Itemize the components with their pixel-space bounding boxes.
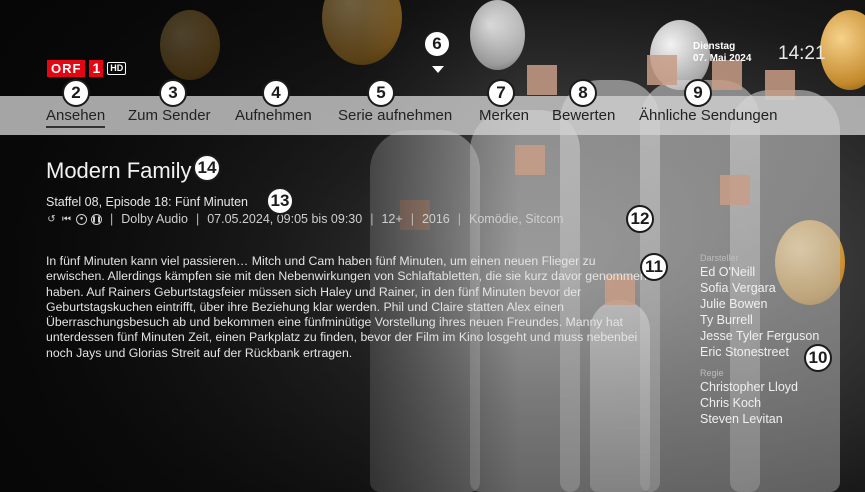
program-meta: ↺ ⏮ ● ❚❚ | Dolby Audio | 07.05.2024, 09:… <box>46 212 563 226</box>
episode-info: Staffel 08, Episode 18: Fünf Minuten <box>46 195 248 209</box>
director: Chris Koch <box>700 396 762 410</box>
menu-item-merken[interactable]: Merken <box>479 107 529 124</box>
date-label: 07. Mai 2024 <box>693 53 752 64</box>
pause-icon: ❚❚ <box>91 213 102 225</box>
cast-member: Julie Bowen <box>700 297 768 311</box>
cast-member: Jesse Tyler Ferguson <box>700 329 820 343</box>
divider: | <box>110 212 114 226</box>
channel-logo: ORF 1 HD <box>47 60 127 77</box>
program-description: In fünf Minuten kann viel passieren… Mit… <box>46 254 647 360</box>
weekday-label: Dienstag <box>693 41 736 52</box>
annotation-marker: 4 <box>262 79 290 107</box>
director: Steven Levitan <box>700 412 783 426</box>
credits-panel: Darsteller Ed O'Neill Sofia Vergara Juli… <box>700 253 850 427</box>
director: Christopher Lloyd <box>700 380 798 394</box>
cast-label: Darsteller <box>700 253 739 263</box>
annotation-marker: 13 <box>266 187 294 215</box>
divider: | <box>195 212 200 226</box>
genre: Komödie, Sitcom <box>469 212 564 226</box>
menu-item-zum-sender[interactable]: Zum Sender <box>128 107 211 124</box>
annotation-marker: 2 <box>62 79 90 107</box>
annotation-marker: 6 <box>423 30 451 58</box>
balloon-graphic <box>820 10 865 90</box>
cast-member: Ed O'Neill <box>700 265 756 279</box>
annotation-marker: 10 <box>804 344 832 372</box>
annotation-marker: 3 <box>159 79 187 107</box>
annotation-marker: 5 <box>367 79 395 107</box>
blurred-face <box>527 65 557 95</box>
annotation-marker: 12 <box>626 205 654 233</box>
annotation-marker: 11 <box>640 253 668 281</box>
divider: | <box>410 212 414 226</box>
orf-logo-number: 1 <box>89 60 104 77</box>
age-rating: 12+ <box>381 212 403 226</box>
menu-item-aehnliche-sendungen[interactable]: Ähnliche Sendungen <box>639 107 777 124</box>
record-icon: ● <box>76 213 87 225</box>
restart-icon: ↺ <box>47 213 56 225</box>
orf-logo-text: ORF <box>47 60 86 77</box>
menu-item-aufnehmen[interactable]: Aufnehmen <box>235 107 312 124</box>
program-title: Modern Family <box>46 158 192 183</box>
annotation-marker: 9 <box>684 79 712 107</box>
skip-back-icon: ⏮ <box>62 213 71 225</box>
down-arrow-icon[interactable] <box>432 66 444 73</box>
release-year: 2016 <box>421 212 450 226</box>
menu-item-ansehen[interactable]: Ansehen <box>46 107 106 128</box>
hd-badge: HD <box>107 62 127 75</box>
divider: | <box>370 212 374 226</box>
clock: 14:21 <box>778 43 826 64</box>
divider: | <box>457 212 461 226</box>
annotation-marker: 7 <box>487 79 515 107</box>
annotation-marker: 8 <box>569 79 597 107</box>
date-display: Dienstag 07. Mai 2024 <box>693 41 751 65</box>
menu-item-serie-aufnehmen[interactable]: Serie aufnehmen <box>338 107 452 124</box>
director-label: Regie <box>700 368 724 378</box>
cast-member: Sofia Vergara <box>700 281 776 295</box>
blurred-face <box>720 175 750 205</box>
menu-item-bewerten[interactable]: Bewerten <box>552 107 615 124</box>
cast-member: Ty Burrell <box>700 313 753 327</box>
blurred-face <box>647 55 677 85</box>
audio-format: Dolby Audio <box>121 212 188 226</box>
annotation-marker: 14 <box>193 154 221 182</box>
